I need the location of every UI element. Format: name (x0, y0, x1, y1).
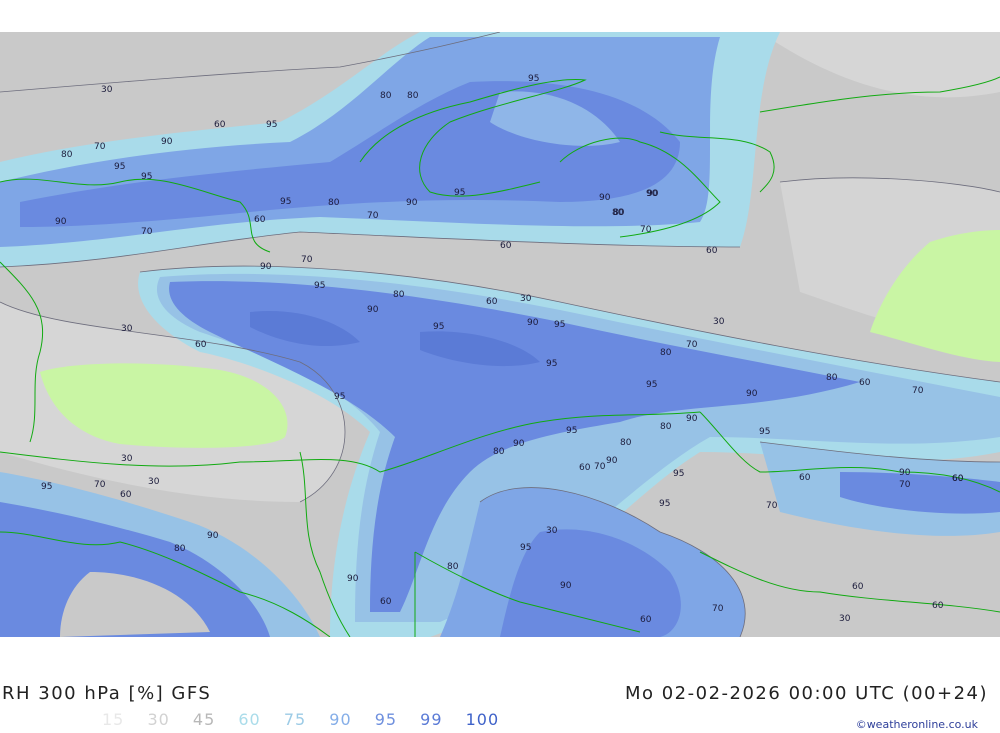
contour-label: 60 (579, 463, 591, 473)
contour-label: 95 (759, 427, 770, 437)
contour-label: 60 (859, 378, 871, 388)
contour-label: 95 (41, 482, 52, 492)
contour-label: 70 (94, 142, 106, 152)
contour-label: 95 (454, 188, 465, 198)
contour-label: 90 (746, 389, 758, 399)
contour-label: 95 (673, 469, 684, 479)
contour-label: 95 (528, 74, 539, 84)
contour-label: 60 (500, 241, 512, 251)
credit-link[interactable]: ©weatheronline.co.uk (856, 718, 978, 731)
contour-label: 80 (407, 91, 419, 101)
contour-label: 80 (620, 438, 632, 448)
contour-label: 90 (406, 198, 418, 208)
legend-value: 75 (283, 710, 307, 729)
contour-label: 60 (486, 297, 498, 307)
contour-label: 95 (433, 322, 444, 332)
contour-label: 90 (347, 574, 359, 584)
contour-label: 95 (266, 120, 277, 130)
contour-label: 95 (646, 380, 657, 390)
contour-label: 60 (799, 473, 811, 483)
contour-label: 90 (260, 262, 272, 272)
contour-label: 80 (447, 562, 459, 572)
contour-label: 95 (554, 320, 565, 330)
contour-label: 60 (932, 601, 944, 611)
contour-label: 95 (566, 426, 577, 436)
contour-label: 95 (334, 392, 345, 402)
legend-value: 90 (329, 710, 352, 729)
contour-label: 70 (94, 480, 106, 490)
contour-label: 95 (314, 281, 325, 291)
legend-value: 30 (147, 710, 170, 729)
contour-label: 80 (826, 373, 838, 383)
contour-label: 30 (546, 526, 558, 536)
contour-label: 95 (659, 499, 670, 509)
contour-label: 60 (120, 490, 132, 500)
contour-label: 95 (141, 172, 152, 182)
product-title: RH 300 hPa [%] GFS (2, 683, 212, 704)
contour-label: 90 (560, 581, 572, 591)
contour-label: 90 (646, 189, 658, 199)
legend-value: 60 (238, 710, 261, 729)
contour-label: 70 (686, 340, 698, 350)
contour-label: 90 (367, 305, 379, 315)
contour-label: 90 (55, 217, 67, 227)
color-legend: 15 30 45 60 75 90 95 99 100 (102, 710, 516, 729)
footer: RH 300 hPa [%] GFS Mo 02-02-2026 00:00 U… (0, 637, 1000, 733)
contour-label: 70 (594, 462, 606, 472)
valid-time: Mo 02-02-2026 00:00 UTC (00+24) (624, 683, 988, 704)
legend-value: 45 (192, 710, 216, 729)
contour-label: 90 (513, 439, 525, 449)
contour-label: 70 (712, 604, 724, 614)
contour-label: 80 (61, 150, 73, 160)
contour-label: 30 (713, 317, 725, 327)
contour-label: 30 (101, 85, 113, 95)
contour-label: 90 (161, 137, 173, 147)
contour-label: 70 (141, 227, 153, 237)
contour-label: 30 (121, 324, 133, 334)
contour-label: 90 (207, 531, 219, 541)
contour-label: 80 (328, 198, 340, 208)
contour-label: 60 (195, 340, 207, 350)
contour-label: 90 (527, 318, 539, 328)
contour-label: 80 (380, 91, 392, 101)
contour-label: 70 (301, 255, 313, 265)
contour-label: 95 (520, 543, 531, 553)
contour-label: 95 (280, 197, 291, 207)
contour-label: 60 (640, 615, 652, 625)
contour-label: 30 (839, 614, 851, 624)
contour-label: 70 (640, 225, 652, 235)
contour-label: 80 (660, 422, 672, 432)
contour-label: 80 (612, 208, 624, 218)
contour-label: 70 (367, 211, 379, 221)
contour-label: 80 (174, 544, 186, 554)
contour-label: 60 (254, 215, 266, 225)
contour-label: 60 (214, 120, 226, 130)
contour-label: 95 (114, 162, 125, 172)
contour-label: 80 (493, 447, 505, 457)
contour-label: 90 (606, 456, 618, 466)
contour-label: 30 (520, 294, 532, 304)
legend-value: 99 (420, 710, 443, 729)
contour-label: 30 (121, 454, 133, 464)
contour-label: 80 (393, 290, 405, 300)
contour-label: 60 (852, 582, 864, 592)
contour-label: 90 (899, 468, 911, 478)
legend-value: 15 (102, 710, 125, 729)
contour-label: 80 (660, 348, 672, 358)
contour-label: 30 (148, 477, 160, 487)
legend-value: 100 (465, 710, 500, 729)
contour-label: 70 (912, 386, 924, 396)
contour-label: 60 (380, 597, 392, 607)
contour-label: 60 (952, 474, 964, 484)
rh-map: 95 80 80 30 60 95 90 70 80 95 95 95 80 7… (0, 32, 1000, 637)
contour-label: 70 (766, 501, 778, 511)
contour-label: 60 (706, 246, 718, 256)
contour-label: 70 (899, 480, 911, 490)
contour-label: 90 (686, 414, 698, 424)
contour-label: 90 (599, 193, 611, 203)
legend-value: 95 (374, 710, 398, 729)
contour-label: 95 (546, 359, 557, 369)
